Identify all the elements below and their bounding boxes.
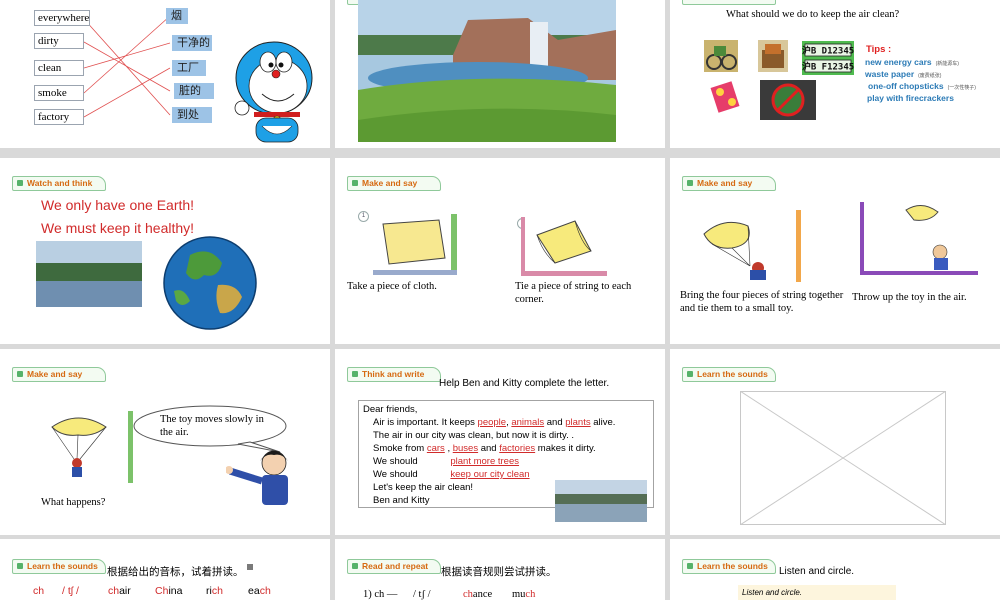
word-much: much — [512, 589, 536, 600]
plate-1: 沪B D12345 — [802, 45, 854, 57]
toy-floating-image — [22, 409, 134, 485]
word-clean: clean — [34, 60, 84, 76]
cn-word-clean: 干净的 — [172, 35, 212, 51]
slide-landscape[interactable] — [335, 0, 665, 148]
step-3-text: Bring the four pieces of string together… — [680, 290, 844, 314]
cn-word-smoke: 烟 — [166, 8, 188, 24]
word-rich: rich — [206, 585, 223, 597]
letter-line-2: The air in our city was clean, but now i… — [373, 430, 574, 441]
repeat-instruction: 根据读音规则尝试拼读。 — [441, 567, 557, 578]
slide-learn-the-sounds-video[interactable]: Learn the sounds — [670, 349, 1000, 535]
slide-tag: Make and say — [12, 367, 106, 382]
word-chair: chair — [108, 585, 131, 597]
slide-tag — [682, 0, 776, 5]
slide-tag: Learn the sounds — [12, 559, 106, 574]
item-1-phonetic: / tʃ / — [413, 589, 431, 600]
throw-toy-image — [860, 200, 978, 276]
firecrackers-image — [710, 81, 740, 113]
word-each: each — [248, 585, 271, 597]
slide-tag: Make and say — [347, 176, 441, 191]
bicycle-image — [704, 40, 738, 72]
earth-line-1: We only have one Earth! — [41, 197, 195, 213]
word-dirty: dirty — [34, 33, 84, 49]
slide-tips[interactable]: What should we do to keep the air clean?… — [670, 0, 1000, 148]
item-1-label: 1) ch — — [363, 589, 398, 600]
slide-make-and-say-1[interactable]: Make and say 1 Take a piece of cloth. 2 … — [335, 158, 665, 344]
lake-thumbnail — [555, 480, 647, 522]
slide-think-and-write[interactable]: Think and write Help Ben and Kitty compl… — [335, 349, 665, 535]
letter-line-3: Smoke from cars , buses and factories ma… — [373, 443, 596, 454]
word-smoke: smoke — [34, 85, 84, 101]
no-chopsticks-image — [760, 80, 816, 120]
earth-globe-image — [163, 236, 257, 330]
tip-chopsticks: one-off chopsticks (一次性筷子) — [868, 81, 976, 91]
slide-tag: Learn the sounds — [682, 367, 776, 382]
step-2-text: Tie a piece of string to each corner. — [515, 281, 632, 305]
letter-instruction: Help Ben and Kitty complete the letter. — [439, 378, 610, 389]
cloth-with-string-image — [521, 213, 607, 277]
slide-make-and-say-2[interactable]: Make and say 3 Bring the four pieces of … — [670, 158, 1000, 344]
landscape-waterfall-image — [358, 0, 616, 142]
lake-photo — [36, 241, 142, 307]
word-chance: chance — [463, 589, 493, 600]
word-china: China — [155, 585, 183, 597]
step-1-number: 1 — [358, 211, 369, 222]
slide-tag: Watch and think — [12, 176, 106, 191]
letter-line-4: We should plant more trees — [373, 456, 520, 467]
word-everywhere: everywhere — [34, 10, 90, 26]
plate-2: 沪B F12345 — [802, 61, 854, 73]
slide-listen-and-circle[interactable]: Learn the sounds Listen and circle. List… — [670, 539, 1000, 600]
video-placeholder[interactable] — [740, 391, 946, 525]
girl-pointing-image — [226, 450, 288, 505]
step-4-text: Throw up the toy in the air. — [852, 292, 967, 303]
question-text: What should we do to keep the air clean? — [726, 9, 900, 20]
slide-matching[interactable]: everywhere dirty clean smoke factory 烟 干… — [0, 0, 330, 148]
letter-line-1: Air is important. It keeps people, anima… — [373, 417, 616, 428]
slide-tag: Learn the sounds — [682, 559, 776, 574]
slide-watch-and-think[interactable]: Watch and think We only have one Earth! … — [0, 158, 330, 344]
phonetic-ch: / tʃ / — [62, 585, 79, 597]
tips-label: Tips : — [866, 44, 892, 55]
word-factory: factory — [34, 109, 84, 125]
tip-waste-paper: waste paper (废费纸张) — [865, 69, 942, 79]
cn-word-factory: 工厂 — [172, 60, 206, 76]
slide-tag: Make and say — [682, 176, 776, 191]
earth-line-2: We must keep it healthy! — [41, 220, 195, 236]
slide-tag: Think and write — [347, 367, 441, 382]
cloth-image — [369, 210, 459, 276]
toy-tie-image — [684, 208, 802, 284]
tip-firecrackers: play with firecrackers — [867, 93, 954, 103]
slide-tag: Read and repeat — [347, 559, 441, 574]
waste-paper-image — [758, 40, 788, 72]
cn-word-everywhere: 到处 — [172, 107, 212, 123]
listen-title: Listen and circle. — [779, 566, 855, 577]
listen-subtitle: Listen and circle. — [738, 585, 896, 600]
cn-word-dirty: 脏的 — [174, 83, 214, 99]
slide-make-and-say-3[interactable]: Make and say 5 The toy moves slowly in t… — [0, 349, 330, 535]
letters-ch: ch — [33, 585, 45, 597]
speaker-icon[interactable] — [247, 564, 253, 570]
spell-instruction: 根据给出的音标，试着拼读。 — [107, 567, 244, 578]
bubble-text: The toy moves slowly in the air. — [160, 414, 264, 438]
what-happens-text: What happens? — [41, 497, 106, 508]
license-plates-image: 沪B D12345 沪B F12345 — [802, 41, 854, 75]
step-1-text: Take a piece of cloth. — [347, 281, 437, 292]
slide-learn-the-sounds-ch[interactable]: Learn the sounds 根据给出的音标，试着拼读。 ch / tʃ /… — [0, 539, 330, 600]
slide-read-and-repeat[interactable]: Read and repeat 根据读音规则尝试拼读。 1) ch — / tʃ… — [335, 539, 665, 600]
doraemon-image — [234, 41, 313, 143]
letter-salutation: Dear friends, — [363, 404, 418, 415]
tip-new-energy-cars: new energy cars (新能源车) — [865, 57, 959, 67]
